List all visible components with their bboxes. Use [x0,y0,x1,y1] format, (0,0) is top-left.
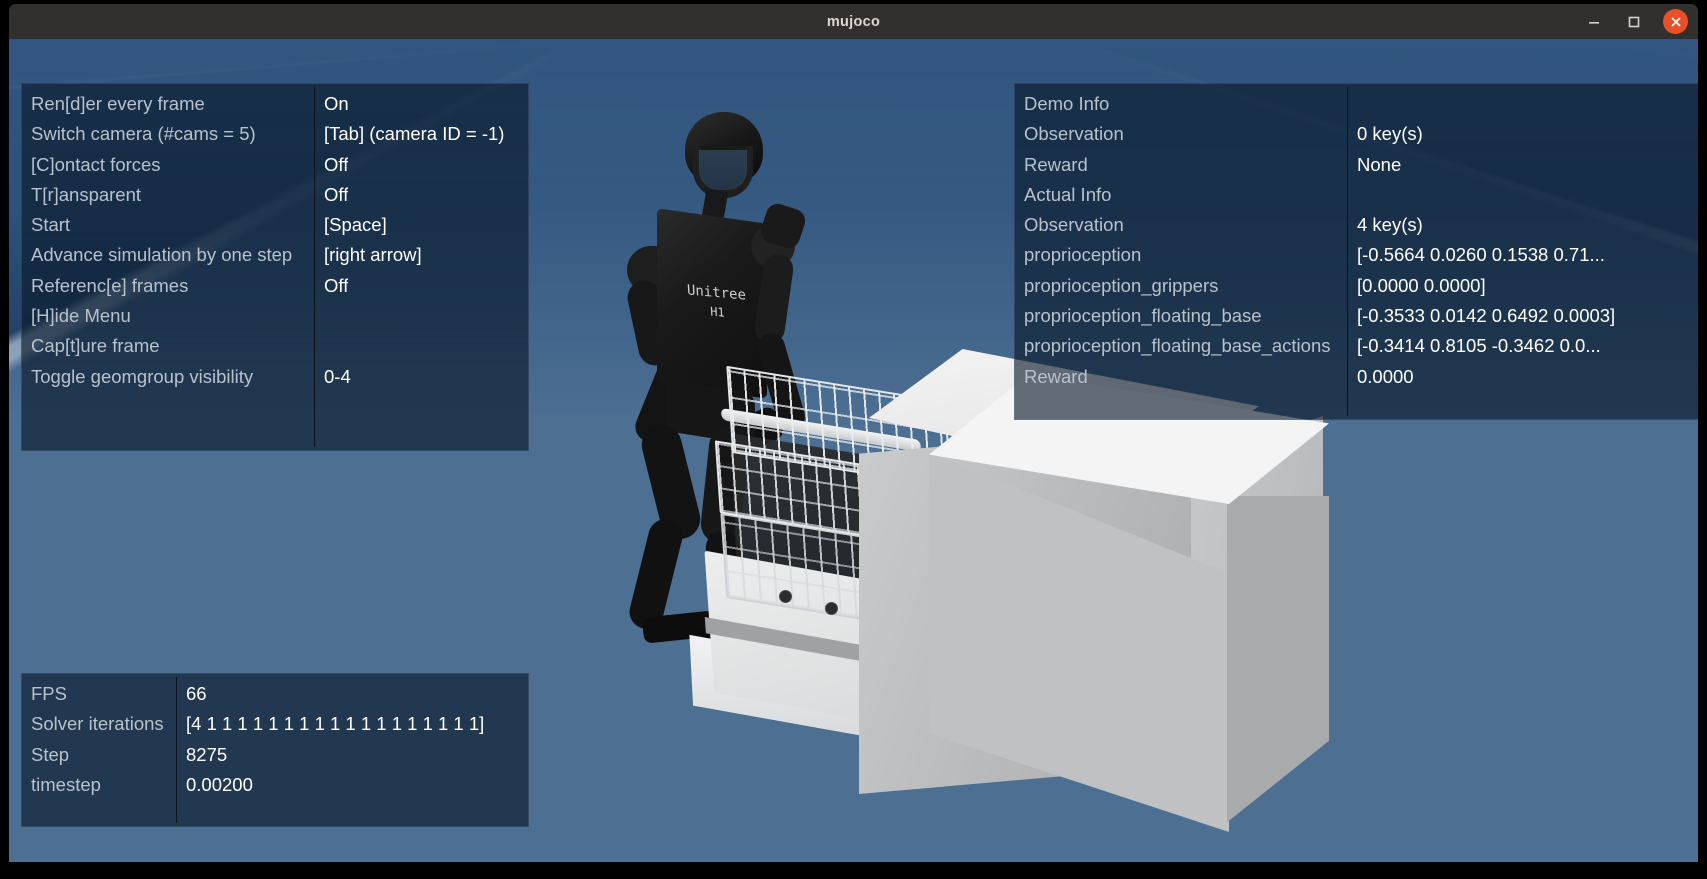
info-row-value: 0.0000 [1357,365,1414,387]
help-row-label: [H]ide Menu [31,305,131,327]
info-row-label: Demo Info [1024,93,1110,114]
info-row-label: Observation [1024,214,1124,236]
help-row-value: 0-4 [324,365,351,387]
stats-row: Step 8275 [21,740,529,770]
info-row: Observation 4 key(s) [1014,210,1698,240]
stats-row-value: 8275 [186,743,228,765]
help-row: Start [Space] [21,210,529,240]
help-overlay-panel: Ren[d]er every frame On Switch camera (#ca… [21,83,529,451]
info-row-label: proprioception_grippers [1024,274,1219,296]
info-row: proprioception [-0.5664 0.0260 0.1538 0.7… [1014,240,1698,270]
maximize-button[interactable] [1623,11,1645,33]
info-overlay-panel: Demo Info Observation 0 key(s) Reward None Ac… [1014,83,1698,420]
info-row-value: [-0.3533 0.0142 0.6492 0.0003] [1357,305,1616,327]
stats-row-label: timestep [31,773,101,795]
help-panel-rows: Ren[d]er every frame On Switch camera (#ca… [21,89,529,392]
info-row-value: 4 key(s) [1357,214,1423,236]
stats-row: FPS 66 [21,679,529,709]
help-row-label: Start [31,214,71,236]
help-row: [H]ide Menu [21,301,529,331]
help-row-value: Off [324,183,349,205]
stats-row-label: Solver iterations [31,713,164,735]
robot-brand-text: Unitree [686,282,747,304]
help-row-label: Switch camera (#cams = 5) [31,123,256,145]
close-button[interactable] [1663,9,1688,34]
help-row: Ren[d]er every frame On [21,89,529,119]
info-row: Observation 0 key(s) [1014,119,1698,149]
help-row-label: Referenc[e] frames [31,274,189,296]
info-panel-rows: Demo Info Observation 0 key(s) Reward None Ac… [1014,89,1698,392]
stats-row-label: Step [31,743,70,765]
help-row-value: Off [324,153,349,175]
info-row: Actual Info [1014,180,1698,210]
info-row: Demo Info [1014,89,1698,119]
rack-roller [825,602,838,615]
info-row-label: Actual Info [1024,183,1112,205]
robot-brand-label: Unitree H1 [670,280,764,326]
stats-row-value: 66 [186,683,207,704]
minimize-button[interactable] [1583,11,1605,33]
simulation-viewport[interactable]: Unitree H1 Ren[d]er every frame On Switc… [9,39,1698,862]
help-row-label: Ren[d]er every frame [31,93,205,114]
stats-row-label: FPS [31,683,67,704]
help-row-value: [Tab] (camera ID = -1) [324,123,505,145]
rack-roller [779,590,792,603]
help-row-label: [C]ontact forces [31,153,161,175]
white-box-right-face [1227,496,1329,823]
help-row: Toggle geomgroup visibility 0-4 [21,362,529,392]
help-row-label: T[r]ansparent [31,183,142,205]
info-row-label: Reward [1024,365,1088,387]
info-row-value: [-0.5664 0.0260 0.1538 0.71... [1357,244,1605,266]
help-row-value: On [324,93,349,114]
white-box-left-face [929,452,1229,832]
info-row-value: 0 key(s) [1357,123,1423,145]
info-row-value: [0.0000 0.0000] [1357,274,1486,296]
robot-visor-inner [699,150,747,190]
title-bar: mujoco [9,4,1698,39]
info-row-label: proprioception_floating_base [1024,305,1262,327]
help-row-label: Advance simulation by one step [31,244,293,266]
help-row-label: Cap[t]ure frame [31,335,160,357]
info-row: Reward 0.0000 [1014,362,1698,392]
help-row: Referenc[e] frames Off [21,271,529,301]
info-row-label: Reward [1024,153,1088,175]
help-row-value: [right arrow] [324,244,422,266]
stats-overlay-panel: FPS 66 Solver iterations [4 1 1 1 1 1 1 1 1… [21,673,529,827]
stats-panel-rows: FPS 66 Solver iterations [4 1 1 1 1 1 1 1 1… [21,679,529,800]
mujoco-window: mujoco Unitree H1 Ren[d]er every frame O… [0,0,1707,879]
help-row: Switch camera (#cams = 5) [Tab] (camera I… [21,119,529,149]
help-row: Cap[t]ure frame [21,331,529,361]
info-row-value: [-0.3414 0.8105 -0.3462 0.0... [1357,335,1601,357]
white-box-object [929,374,1349,854]
help-row-value: Off [324,274,349,296]
help-row: Advance simulation by one step [right arr… [21,240,529,270]
info-row: proprioception_floating_base [-0.3533 0.0… [1014,301,1698,331]
info-row-value: None [1357,153,1402,175]
info-row: proprioception_grippers [0.0000 0.0000] [1014,271,1698,301]
help-row-value: [Space] [324,214,387,236]
info-row: proprioception_floating_base_actions [-0.… [1014,331,1698,361]
help-row: [C]ontact forces Off [21,150,529,180]
help-row: T[r]ansparent Off [21,180,529,210]
info-row-label: Observation [1024,123,1124,145]
info-row: Reward None [1014,150,1698,180]
scene-render: Unitree H1 Ren[d]er every frame On Switc… [9,39,1698,862]
info-row-label: proprioception [1024,244,1142,266]
window-controls [1583,4,1688,39]
stats-row-value: 0.00200 [186,773,253,795]
stats-row-value: [4 1 1 1 1 1 1 1 1 1 1 1 1 1 1 1 1 1 1] [186,713,485,735]
stats-row: timestep 0.00200 [21,770,529,800]
stats-row: Solver iterations [4 1 1 1 1 1 1 1 1 1 1 … [21,709,529,739]
window-title: mujoco [826,13,881,30]
info-row-label: proprioception_floating_base_actions [1024,335,1331,357]
help-row-label: Toggle geomgroup visibility [31,365,254,387]
